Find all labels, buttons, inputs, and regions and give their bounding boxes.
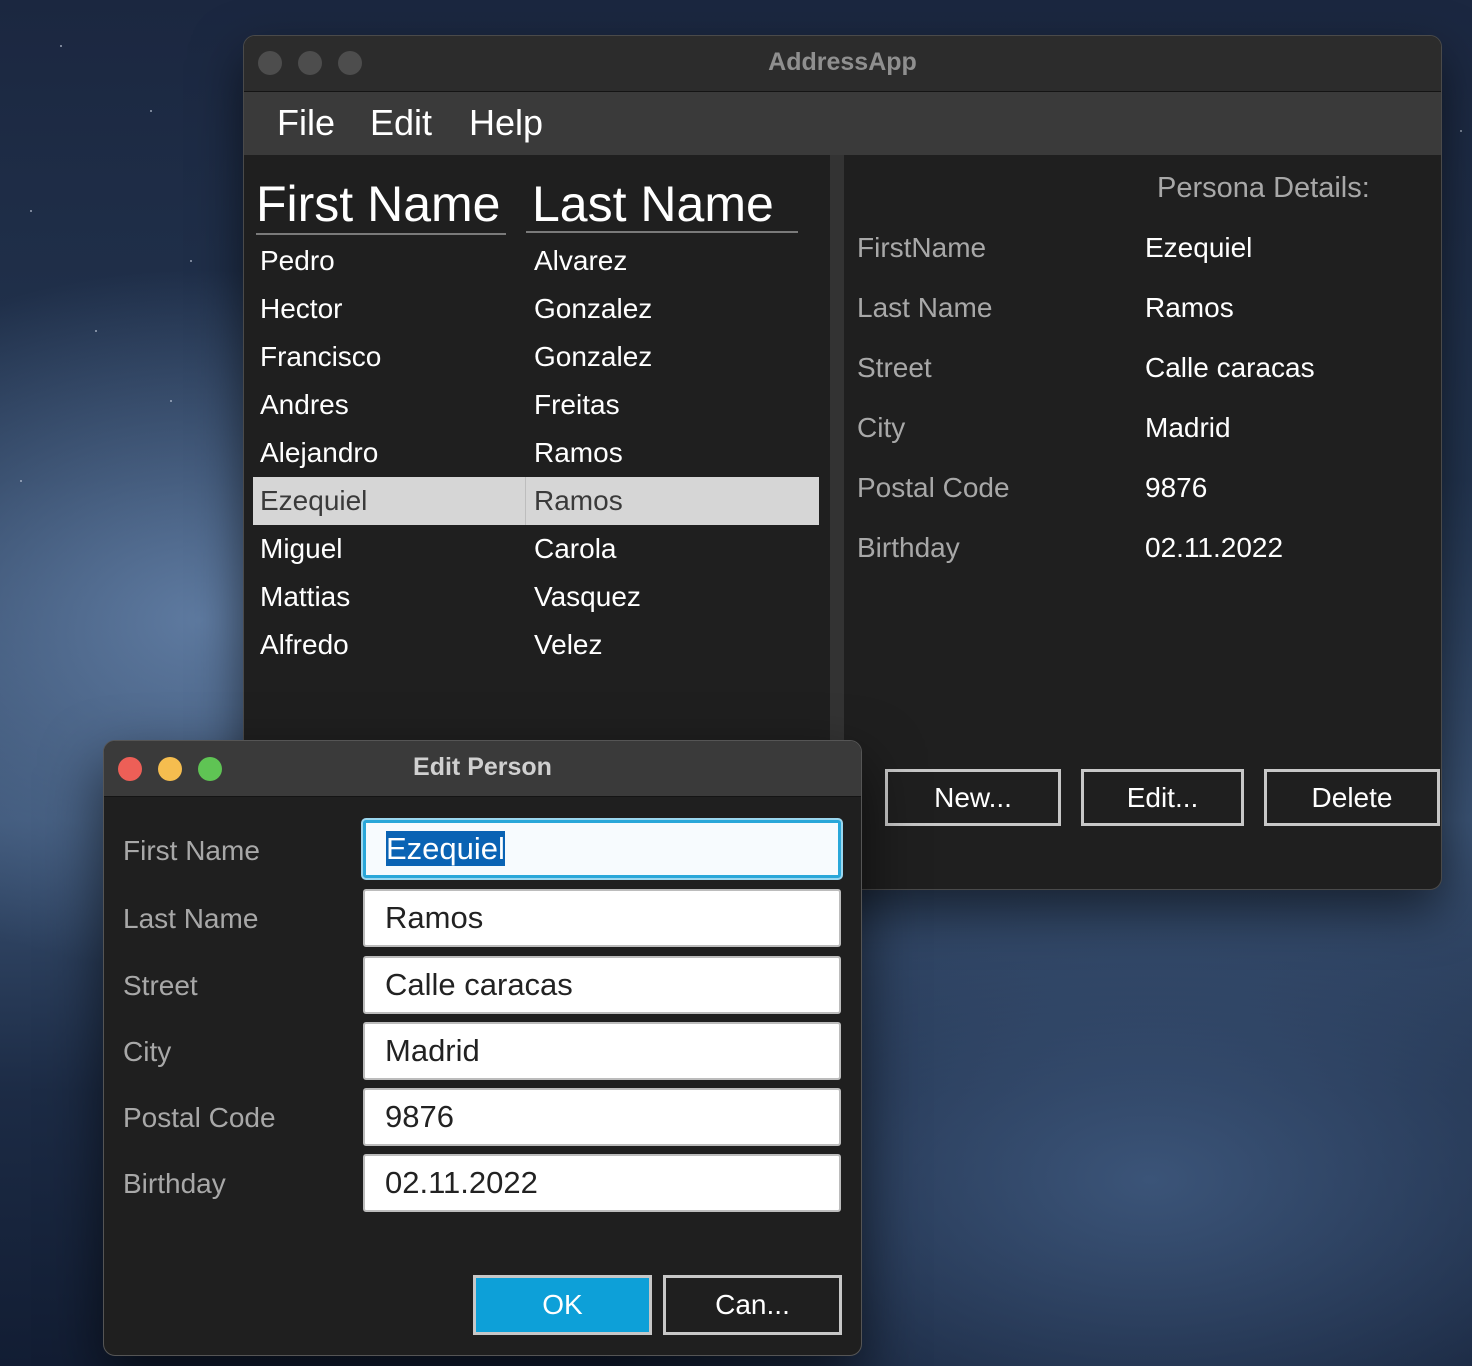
table-row[interactable]: Francisco Gonzalez xyxy=(253,333,819,381)
table-row-selected[interactable]: Ezequiel Ramos xyxy=(253,477,819,525)
selected-text: Ezequiel xyxy=(386,831,505,866)
detail-value-first-name: Ezequiel xyxy=(1145,232,1253,263)
street-field[interactable] xyxy=(363,956,841,1014)
postal-code-field[interactable] xyxy=(363,1088,841,1146)
column-separator xyxy=(525,477,526,525)
cell-first-name: Alfredo xyxy=(260,629,349,660)
cell-first-name: Mattias xyxy=(260,581,351,612)
menu-help[interactable]: Help xyxy=(469,102,543,144)
cell-first-name: Pedro xyxy=(260,245,335,276)
label-city: City xyxy=(123,1036,172,1067)
ok-button[interactable]: OK xyxy=(473,1275,652,1335)
cell-last-name: Alvarez xyxy=(534,245,628,276)
table-row[interactable]: Alejandro Ramos xyxy=(253,429,819,477)
cell-last-name: Gonzalez xyxy=(534,293,653,324)
table-row[interactable]: Mattias Vasquez xyxy=(253,573,819,621)
cell-first-name: Ezequiel xyxy=(260,485,368,516)
cell-last-name: Freitas xyxy=(534,389,620,420)
table-row[interactable]: Hector Gonzalez xyxy=(253,285,819,333)
edit-person-dialog: Edit Person First Name Ezequiel Last Nam… xyxy=(103,740,862,1356)
cell-last-name: Ramos xyxy=(534,437,623,468)
detail-label-birthday: Birthday xyxy=(857,532,960,563)
cell-last-name: Carola xyxy=(534,533,617,564)
table-row[interactable]: Alfredo Velez xyxy=(253,621,819,669)
detail-value-last-name: Ramos xyxy=(1145,292,1234,323)
detail-label-postal-code: Postal Code xyxy=(857,472,1010,503)
detail-value-birthday: 02.11.2022 xyxy=(1145,532,1284,563)
details-title: Persona Details: xyxy=(1157,172,1370,204)
delete-button[interactable]: Delete xyxy=(1264,769,1440,826)
label-first-name: First Name xyxy=(123,835,260,866)
menu-file[interactable]: File xyxy=(277,102,335,144)
cell-first-name: Andres xyxy=(260,389,349,420)
detail-value-postal-code: 9876 xyxy=(1145,472,1208,503)
window-title: AddressApp xyxy=(768,48,917,76)
menu-bar: File Edit Help xyxy=(244,92,1441,155)
birthday-field[interactable] xyxy=(363,1154,841,1212)
title-bar[interactable]: AddressApp xyxy=(244,36,1441,92)
table-row[interactable]: Pedro Alvarez xyxy=(253,237,819,285)
dialog-title: Edit Person xyxy=(413,753,552,781)
cell-first-name: Miguel xyxy=(260,533,343,564)
cell-last-name: Velez xyxy=(534,629,603,660)
column-header-first-name[interactable]: First Name xyxy=(256,175,506,235)
last-name-field[interactable] xyxy=(363,889,841,947)
detail-label-first-name: FirstName xyxy=(857,232,987,263)
cell-first-name: Francisco xyxy=(260,341,382,372)
label-postal-code: Postal Code xyxy=(123,1102,276,1133)
edit-button[interactable]: Edit... xyxy=(1081,769,1244,826)
city-field[interactable] xyxy=(363,1022,841,1080)
cancel-button[interactable]: Can... xyxy=(663,1275,842,1335)
label-birthday: Birthday xyxy=(123,1168,226,1199)
cell-first-name: Alejandro xyxy=(260,437,379,468)
detail-label-last-name: Last Name xyxy=(857,292,993,323)
detail-value-street: Calle caracas xyxy=(1145,352,1315,383)
cell-last-name: Ramos xyxy=(534,485,623,516)
cell-first-name: Hector xyxy=(260,293,343,324)
new-button[interactable]: New... xyxy=(885,769,1061,826)
label-last-name: Last Name xyxy=(123,903,259,934)
detail-label-city: City xyxy=(857,412,906,443)
first-name-field[interactable]: Ezequiel xyxy=(363,820,841,878)
cell-last-name: Vasquez xyxy=(534,581,641,612)
menu-edit[interactable]: Edit xyxy=(370,102,432,144)
detail-value-city: Madrid xyxy=(1145,412,1231,443)
table-row[interactable]: Andres Freitas xyxy=(253,381,819,429)
detail-label-street: Street xyxy=(857,352,932,383)
column-header-last-name[interactable]: Last Name xyxy=(526,175,798,233)
cell-last-name: Gonzalez xyxy=(534,341,653,372)
label-street: Street xyxy=(123,970,198,1001)
table-row[interactable]: Miguel Carola xyxy=(253,525,819,573)
dialog-title-bar[interactable]: Edit Person xyxy=(104,741,861,797)
